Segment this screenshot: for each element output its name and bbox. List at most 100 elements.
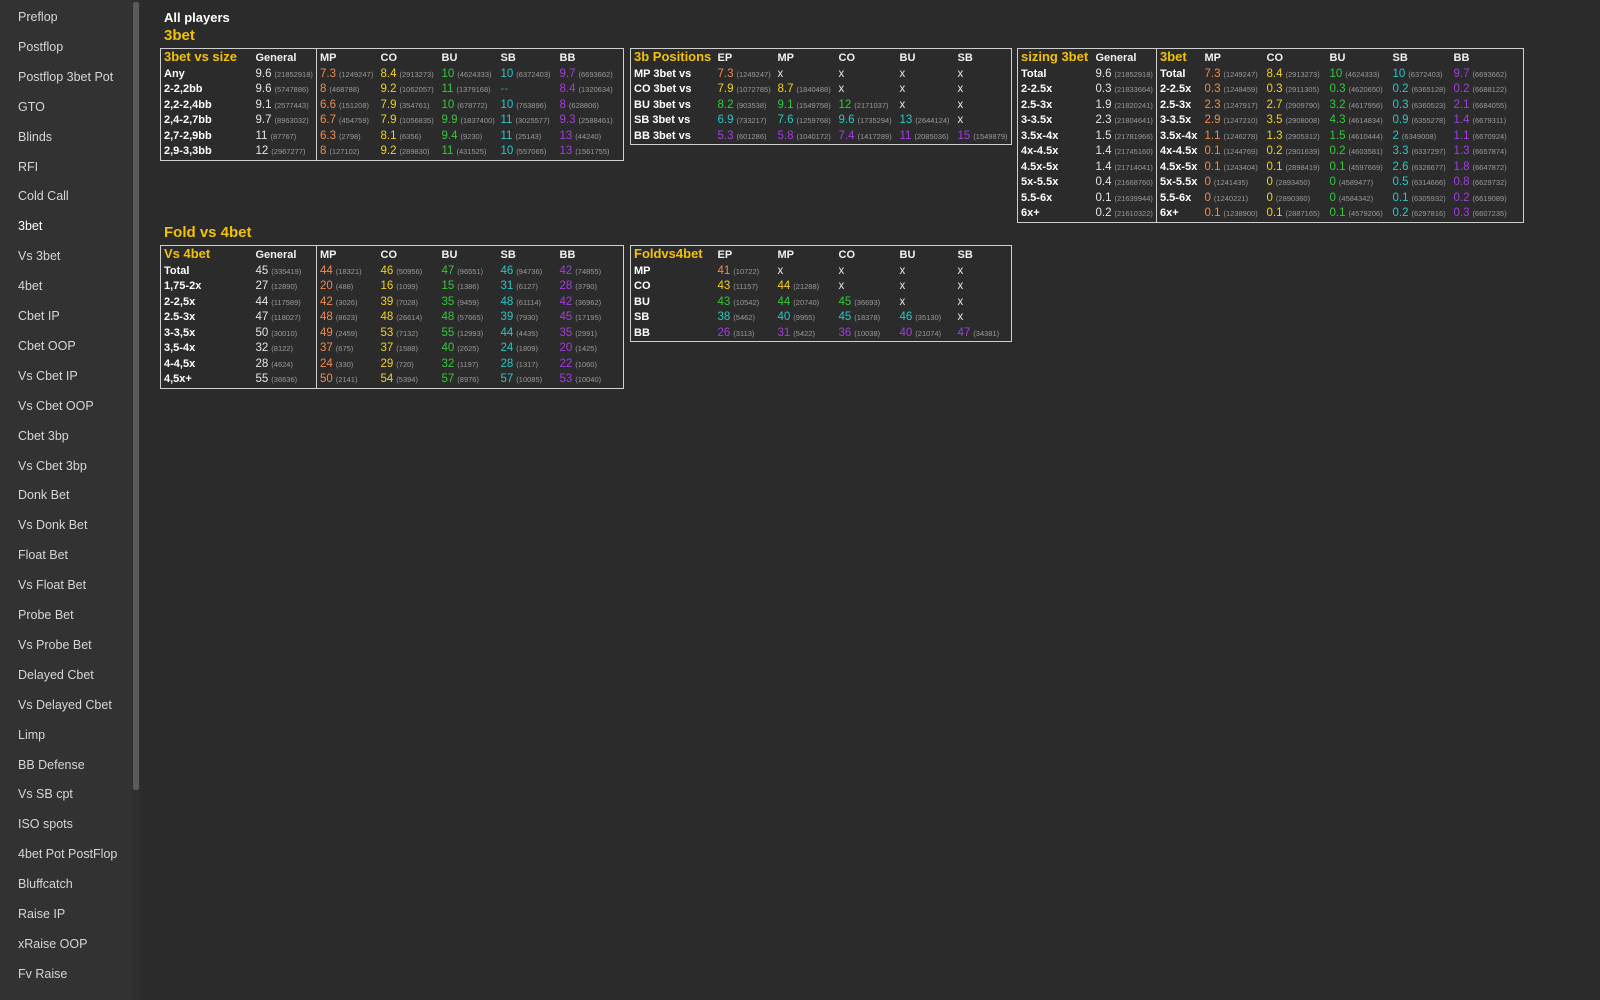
sidebar-item-preflop[interactable]: Preflop	[18, 10, 58, 24]
sidebar-item-postflop[interactable]: Postflop	[18, 40, 63, 54]
cell-value: x	[957, 264, 964, 277]
cell-value: 9.7	[255, 114, 272, 126]
table-cell: x	[836, 67, 897, 83]
cell-value: 11	[441, 145, 454, 157]
sidebar-item-blinds[interactable]: Blinds	[18, 130, 52, 144]
cell-sample-count: (17195)	[575, 313, 602, 322]
table-cell: 7.3 (1249247)	[1202, 67, 1264, 83]
sidebar-item-donk-bet[interactable]: Donk Bet	[18, 488, 69, 502]
table-cell: 13 (2644124)	[897, 113, 955, 129]
cell-sample-count: (10040)	[575, 375, 602, 384]
sidebar-item-cbet-ip[interactable]: Cbet IP	[18, 309, 60, 323]
table-title: Foldvs4bet	[634, 246, 703, 261]
cell-value: 38	[717, 311, 731, 323]
sidebar-item-cbet-3bp[interactable]: Cbet 3bp	[18, 429, 69, 443]
cell-value: x	[957, 83, 964, 95]
table-cell: 48 (61114)	[498, 295, 557, 311]
sidebar-item-vs-cbet-oop[interactable]: Vs Cbet OOP	[18, 399, 94, 413]
cell-value: x	[777, 67, 784, 80]
sidebar-item-float-bet[interactable]: Float Bet	[18, 548, 68, 562]
sidebar-item-vs-probe-bet[interactable]: Vs Probe Bet	[18, 638, 92, 652]
cell-sample-count: (6693662)	[1472, 69, 1507, 79]
sidebar-item-vs-cbet-3bp[interactable]: Vs Cbet 3bp	[18, 459, 87, 473]
cell-sample-count: (2577443)	[274, 100, 309, 110]
sidebar-item-delayed-cbet[interactable]: Delayed Cbet	[18, 668, 94, 682]
sidebar-item-fv-raise[interactable]: Fv Raise	[18, 967, 67, 981]
row-label: 3-3,5x	[164, 326, 196, 339]
row-label: 4x-4.5x	[1021, 145, 1059, 157]
sidebar-item-rfi[interactable]: RFI	[18, 160, 38, 174]
row-label: Total	[1156, 66, 1202, 82]
table-cell: 0.3 (6360523)	[1390, 98, 1451, 114]
sidebar-item-bb-defense[interactable]: BB Defense	[18, 758, 85, 772]
row-label: BU	[634, 295, 650, 308]
table-row: BU 43 (10542) 44 (20740) 45 (36693) x x	[631, 295, 1012, 311]
table-cell: 0.2 (6688122)	[1451, 82, 1524, 98]
cell-value: 31	[777, 326, 791, 339]
table-cell: 3.2 (4617956)	[1327, 98, 1390, 114]
sidebar-item-cbet-oop[interactable]: Cbet OOP	[18, 339, 76, 353]
cell-sample-count: (6693662)	[578, 69, 613, 79]
sidebar-item-iso-spots[interactable]: ISO spots	[18, 817, 73, 831]
cell-value: 32	[441, 357, 455, 370]
sidebar-item-vs-cbet-ip[interactable]: Vs Cbet IP	[18, 369, 78, 383]
table-cell: 50 (30010)	[253, 326, 317, 342]
table-cell: 1.5 (21781966)	[1093, 129, 1157, 145]
sidebar-item-postflop-3bet-pot[interactable]: Postflop 3bet Pot	[18, 70, 113, 84]
sidebar-item-4bet-pot-postflop[interactable]: 4bet Pot PostFlop	[18, 847, 117, 861]
table-row: 2,7-2,9bb 11 (87767) 6.3 (2798) 8.1 (6356) 9.4(…	[161, 128, 624, 145]
cell-sample-count: (601286)	[736, 131, 767, 141]
sidebar-item-3bet[interactable]: 3bet	[18, 219, 42, 233]
table-cell: 8.1 (6356)	[378, 129, 439, 145]
table-cell: 43 (11157)	[715, 279, 775, 295]
table-cell: x	[955, 82, 1012, 98]
table-cell: 3.5 (2908008)	[1264, 113, 1327, 129]
sidebar-item-vs-sb-cpt[interactable]: Vs SB cpt	[18, 787, 73, 801]
column-header-sb: SB	[957, 249, 973, 261]
cell-sample-count: (6297816)	[1411, 209, 1446, 218]
table-row: 3.5x-4x 1.5 (21781966) 3.5x-4x 1.1 (1246278) 1…	[1018, 128, 1524, 145]
table-cell: 7.9 (1056835)	[378, 113, 439, 129]
row-label: 1,75-2x	[164, 280, 202, 292]
sidebar-item-xraise-oop[interactable]: xRaise OOP	[18, 937, 87, 951]
cell-sample-count: (6372403)	[516, 69, 551, 79]
cell-sample-count: (1417289)	[857, 131, 892, 141]
cell-value: 0.2	[1095, 207, 1112, 219]
cell-value: 9.6	[255, 67, 272, 80]
cell-value: 9.6	[1095, 67, 1112, 80]
table-title: 3b Positions	[634, 49, 712, 64]
cell-sample-count: (2887165)	[1285, 209, 1320, 218]
cell-sample-count: (10722)	[733, 266, 760, 276]
table-cell: 11 (3025577)	[498, 113, 557, 129]
cell-sample-count: (44240)	[575, 131, 602, 141]
table-cell: 1.4 (6679311)	[1451, 113, 1524, 129]
table-cell: 48 (8623)	[316, 310, 378, 326]
cell-value: 1.1	[1453, 129, 1470, 142]
sidebar-item-vs-donk-bet[interactable]: Vs Donk Bet	[18, 518, 87, 532]
row-label: 2,7-2,9bb	[164, 129, 212, 142]
cell-sample-count: (57665)	[457, 313, 484, 322]
sidebar-item-limp[interactable]: Limp	[18, 728, 45, 742]
sidebar-item-vs-float-bet[interactable]: Vs Float Bet	[18, 578, 86, 592]
cell-sample-count: (2141)	[335, 375, 358, 384]
cell-sample-count: (4597669)	[1348, 162, 1383, 172]
table-row: 2,9-3,3bb 12 (2967277) 8 (127102) 9.2 (289830)…	[161, 144, 624, 160]
sidebar-item-vs-3bet[interactable]: Vs 3bet	[18, 249, 60, 263]
sidebar-item-gto[interactable]: GTO	[18, 100, 45, 114]
table-row: MP 3bet vs 7.3 (1249247) x x x x	[631, 67, 1012, 83]
sidebar-item-bluffcatch[interactable]: Bluffcatch	[18, 877, 73, 891]
cell-sample-count: (1249247)	[1223, 69, 1258, 79]
cell-value: 7.3	[1204, 67, 1221, 80]
sidebar-scrollbar-thumb[interactable]	[133, 2, 139, 790]
cell-sample-count: (1386)	[457, 282, 479, 291]
sidebar-item-probe-bet[interactable]: Probe Bet	[18, 608, 74, 622]
sidebar-item-4bet[interactable]: 4bet	[18, 279, 42, 293]
cell-value: 0.1	[1095, 191, 1112, 204]
sidebar-item-vs-delayed-cbet[interactable]: Vs Delayed Cbet	[18, 698, 112, 712]
sidebar-item-cold-call[interactable]: Cold Call	[18, 189, 69, 203]
table-cell: 0 (2890360)	[1264, 191, 1327, 207]
sidebar-item-raise-ip[interactable]: Raise IP	[18, 907, 65, 921]
cell-sample-count: (118027)	[271, 313, 301, 322]
cell-value: 20	[320, 280, 333, 292]
table-cell: 0.8 (6629732)	[1451, 175, 1524, 191]
